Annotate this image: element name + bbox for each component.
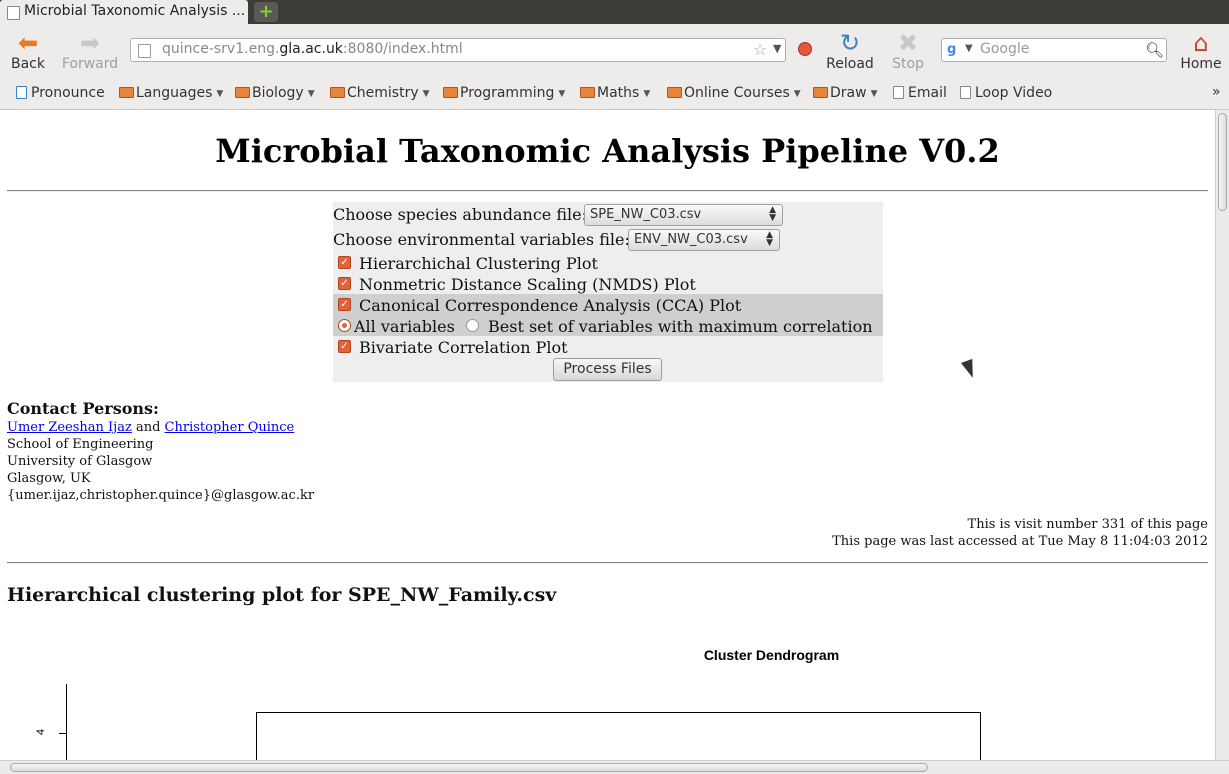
bookmark-email[interactable]: Email <box>893 85 947 101</box>
bookmark-folder-programming[interactable]: Programming ▼ <box>443 85 565 101</box>
divider <box>7 190 1208 192</box>
hier-clustering-checkbox[interactable]: ✓ <box>338 256 351 269</box>
google-engine-icon[interactable]: g <box>947 42 963 58</box>
hier-clustering-label: Hierarchichal Clustering Plot <box>359 254 598 273</box>
folder-icon <box>235 87 250 98</box>
page-icon <box>893 86 904 99</box>
bookmark-folder-draw[interactable]: Draw ▼ <box>813 85 878 101</box>
visit-info: This is visit number 331 of this page Th… <box>832 516 1208 550</box>
person-link-ijaz[interactable]: Umer Zeeshan Ijaz <box>7 420 132 435</box>
tab-active[interactable]: Microbial Taxonomic Analysis ... <box>0 0 248 24</box>
stop-label: Stop <box>892 56 924 72</box>
back-arrow-icon: ⬅ <box>17 29 39 57</box>
bookmarks-toolbar: Pronounce Languages ▼ Biology ▼ Chemistry ▼… <box>0 80 1229 110</box>
dendrogram-branch <box>256 712 981 760</box>
stop-button[interactable]: ✖ Stop <box>890 30 926 72</box>
all-variables-radio[interactable] <box>338 319 351 332</box>
reload-icon: ↻ <box>839 29 861 57</box>
tab-title: Microbial Taxonomic Analysis ... <box>24 3 246 19</box>
bookmarks-overflow-chevron-icon[interactable]: » <box>1212 84 1221 100</box>
bookmark-star-icon[interactable]: ☆ <box>753 40 767 59</box>
home-icon: ⌂ <box>1193 29 1209 57</box>
horizontal-scroll-thumb[interactable] <box>10 763 928 772</box>
bookmark-pronounce[interactable]: Pronounce <box>16 85 105 101</box>
stop-icon: ✖ <box>897 29 919 57</box>
folder-icon <box>443 87 458 98</box>
env-file-select[interactable]: ENV_NW_C03.csv ▲ ▼ <box>628 229 780 251</box>
forward-button[interactable]: ➡ Forward <box>60 30 120 72</box>
section-title: Hierarchical clustering plot for SPE_NW_… <box>7 584 557 606</box>
bookmark-folder-chemistry[interactable]: Chemistry ▼ <box>330 85 430 101</box>
page-title: Microbial Taxonomic Analysis Pipeline V0… <box>215 132 1000 170</box>
plot-y-axis <box>66 684 67 760</box>
last-accessed: This page was last accessed at Tue May 8… <box>832 534 1208 549</box>
folder-icon <box>119 87 134 98</box>
page-icon <box>7 6 20 20</box>
forward-arrow-icon: ➡ <box>79 29 101 57</box>
vertical-scroll-thumb[interactable] <box>1218 113 1227 211</box>
best-variables-radio[interactable] <box>466 319 479 332</box>
all-variables-label: All variables <box>354 317 455 336</box>
folder-icon <box>580 87 595 98</box>
forward-label: Forward <box>61 56 119 72</box>
page-icon <box>960 86 971 99</box>
divider <box>7 562 1208 564</box>
bivariate-checkbox[interactable]: ✓ <box>338 340 351 353</box>
page-content: Microbial Taxonomic Analysis Pipeline V0… <box>0 110 1215 760</box>
addon-block-icon[interactable] <box>798 42 812 56</box>
search-icon[interactable]: 🔍︎ <box>1145 41 1164 59</box>
nmds-label: Nonmetric Distance Scaling (NMDS) Plot <box>359 275 696 294</box>
contact-university: University of Glasgow <box>7 454 153 469</box>
bookmark-folder-languages[interactable]: Languages ▼ <box>119 85 223 101</box>
contact-heading: Contact Persons: <box>7 399 159 418</box>
env-file-label: Choose environmental variables file: <box>333 230 630 249</box>
folder-icon <box>667 87 682 98</box>
address-bar[interactable]: quince-srv1.eng.gla.ac.uk:8080/index.htm… <box>130 38 786 62</box>
plot-y-tick-label: 4 <box>35 728 48 736</box>
tab-strip: Microbial Taxonomic Analysis ... + <box>0 0 1229 24</box>
bookmark-loop-video[interactable]: Loop Video <box>960 85 1052 101</box>
process-files-button[interactable]: Process Files <box>553 358 662 381</box>
visit-count: This is visit number 331 of this page <box>967 517 1208 532</box>
plot-title: Cluster Dendrogram <box>703 647 840 663</box>
contact-names: Umer Zeeshan Ijaz and Christopher Quince <box>7 420 295 435</box>
person-link-quince[interactable]: Christopher Quince <box>165 420 295 435</box>
folder-icon <box>813 87 828 98</box>
home-button[interactable]: ⌂ Home <box>1180 30 1222 72</box>
bivariate-label: Bivariate Correlation Plot <box>359 338 568 357</box>
select-arrows-icon: ▲ ▼ <box>769 205 776 223</box>
bookmark-folder-biology[interactable]: Biology ▼ <box>235 85 315 101</box>
new-tab-button[interactable]: + <box>254 2 278 22</box>
species-file-label: Choose species abundance file: <box>333 205 587 224</box>
back-button[interactable]: ⬅ Back <box>9 30 47 72</box>
reload-label: Reload <box>826 56 874 72</box>
species-file-select[interactable]: SPE_NW_C03.csv ▲ ▼ <box>584 204 783 226</box>
plot-y-tick <box>59 733 66 734</box>
contact-school: School of Engineering <box>7 437 154 452</box>
reload-button[interactable]: ↻ Reload <box>826 30 874 72</box>
analysis-form: Choose species abundance file: SPE_NW_C0… <box>333 202 883 382</box>
cca-label: Canonical Correspondence Analysis (CCA) … <box>359 296 742 315</box>
history-dropdown-icon[interactable]: ▼ <box>773 42 781 55</box>
search-box[interactable]: g ▼ Google 🔍︎ <box>941 38 1167 62</box>
bookmark-folder-maths[interactable]: Maths ▼ <box>580 85 650 101</box>
bookmark-folder-online-courses[interactable]: Online Courses ▼ <box>667 85 801 101</box>
best-variables-label: Best set of variables with maximum corre… <box>488 317 873 336</box>
contact-location: Glasgow, UK <box>7 471 91 486</box>
contact-block: Contact Persons: Umer Zeeshan Ijaz and C… <box>7 399 314 504</box>
folder-icon <box>330 87 345 98</box>
horizontal-scrollbar[interactable] <box>0 760 1229 774</box>
home-label: Home <box>1180 56 1222 72</box>
search-placeholder: Google <box>980 41 1030 57</box>
select-arrows-icon: ▲ ▼ <box>766 230 773 248</box>
contact-emails: {umer.ijaz,christopher.quince}@glasgow.a… <box>7 488 315 503</box>
pronounce-icon <box>16 86 27 99</box>
back-label: Back <box>11 56 45 72</box>
engine-dropdown-icon[interactable]: ▼ <box>965 43 973 54</box>
nmds-checkbox[interactable]: ✓ <box>338 277 351 290</box>
cca-checkbox[interactable]: ✓ <box>338 298 351 311</box>
url-text: quince-srv1.eng.gla.ac.uk:8080/index.htm… <box>162 41 463 57</box>
vertical-scrollbar[interactable] <box>1215 110 1229 760</box>
site-identity-icon <box>138 44 151 58</box>
